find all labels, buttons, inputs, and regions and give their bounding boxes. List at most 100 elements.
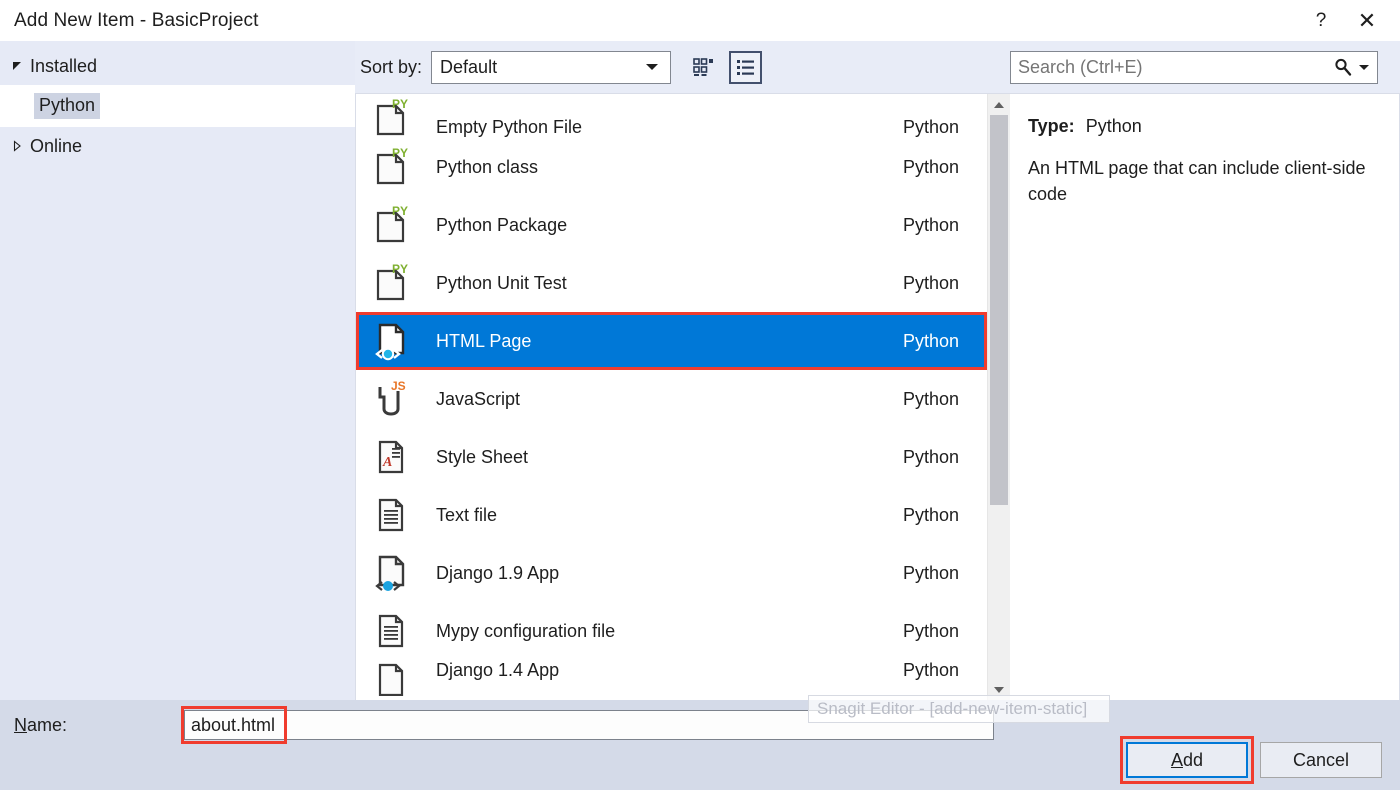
search-input[interactable] [1011,57,1333,78]
list-item-name: Django 1.9 App [414,563,559,584]
svg-text:PY: PY [392,147,408,160]
list-item[interactable]: PY Python class Python [356,138,987,196]
list-item[interactable]: A Style Sheet Python [356,428,987,486]
chevron-up-icon [994,102,1004,108]
python-file-icon: PY [368,205,414,245]
list-item-language: Python [903,215,979,236]
list-item-language: Python [903,389,979,410]
scrollbar-track[interactable] [988,115,1010,679]
list-item-language: Python [903,621,979,642]
sidebar-item-python[interactable]: Python [0,85,355,127]
list-scrollbar[interactable] [987,94,1010,700]
list-item-language: Python [903,505,979,526]
detail-type-label: Type: [1028,116,1075,136]
dialog-title: Add New Item - BasicProject [0,10,259,32]
svg-text:A: A [382,455,392,470]
chevron-down-icon [646,64,658,70]
help-icon[interactable]: ? [1298,0,1344,41]
list-icon [736,58,756,76]
footer-buttons: Add Cancel [1126,742,1382,778]
name-row: Name: [0,700,1400,746]
search-toolbar [1010,41,1400,93]
search-box[interactable] [1010,51,1378,84]
chevron-down-icon[interactable] [1359,65,1377,70]
list-item[interactable]: PY Empty Python File Python [356,94,987,138]
list-item[interactable]: PY Python Package Python [356,196,987,254]
grid-icon [693,57,715,77]
dialog-footer: Name: Add Cancel [0,700,1400,790]
details-column: Type: Python An HTML page that can inclu… [1010,41,1400,700]
list-item-name: Django 1.4 App [414,660,559,681]
item-list-container: PY Empty Python File Python PY [355,93,1010,700]
name-label: Name: [14,715,184,736]
list-item-language: Python [903,563,979,584]
add-button-wrap: Add [1126,742,1248,778]
list-item-name: Python Unit Test [414,273,567,294]
text-file-icon [368,495,414,535]
list-item-language: Python [903,447,979,468]
python-file-icon: PY [368,147,414,187]
expander-down-icon[interactable] [4,60,30,72]
list-item-language: Python [903,273,979,294]
add-new-item-dialog: Add New Item - BasicProject ? ✕ Installe… [0,0,1400,790]
list-item-name: Empty Python File [414,117,582,138]
django-file-icon [368,552,414,594]
list-item[interactable]: Django 1.4 App Python [356,660,987,696]
view-mode-buttons [687,51,762,84]
list-item-language: Python [903,117,979,138]
list-item-name: Style Sheet [414,447,528,468]
item-list[interactable]: PY Empty Python File Python PY [356,94,987,700]
list-item[interactable]: Django 1.9 App Python [356,544,987,602]
add-button[interactable]: Add [1126,742,1248,778]
detail-type-line: Type: Python [1028,116,1381,137]
html-file-icon [368,320,414,362]
svg-text:PY: PY [392,98,408,111]
sort-by-label: Sort by: [360,57,422,78]
django-file-icon [368,660,414,696]
sidebar-item-installed[interactable]: Installed [0,47,355,85]
python-file-icon: PY [368,98,414,138]
sort-by-value: Default [432,57,497,78]
list-item[interactable]: PY Python Unit Test Python [356,254,987,312]
dialog-body: Installed Python Online Sort by: Default [0,41,1400,700]
items-column: Sort by: Default [355,41,1010,700]
tiles-view-button[interactable] [687,51,720,84]
python-file-icon: PY [368,263,414,303]
list-item-name: HTML Page [414,331,531,352]
scroll-up-button[interactable] [988,94,1010,115]
item-details-panel: Type: Python An HTML page that can inclu… [1010,93,1400,700]
list-item-name: Python Package [414,215,567,236]
svg-text:PY: PY [392,205,408,218]
list-item-name: Mypy configuration file [414,621,615,642]
stylesheet-file-icon: A [368,437,414,477]
svg-text:PY: PY [392,263,408,276]
snagit-editor-overlay: Snagit Editor - [add-new-item-static] [808,695,1110,723]
cancel-button[interactable]: Cancel [1260,742,1382,778]
sidebar-item-label: Installed [30,56,97,77]
search-icon[interactable] [1333,57,1359,77]
expander-right-icon[interactable] [4,140,30,152]
svg-text:JS: JS [391,379,406,393]
sidebar-item-online[interactable]: Online [0,127,355,165]
sort-by-select[interactable]: Default [431,51,671,84]
list-item-selected[interactable]: HTML Page Python [356,312,987,370]
category-sidebar: Installed Python Online [0,41,355,700]
list-item[interactable]: JS JavaScript Python [356,370,987,428]
list-item-name: Python class [414,157,538,178]
list-item[interactable]: Mypy configuration file Python [356,602,987,660]
title-bar-buttons: ? ✕ [1298,0,1400,41]
list-item-name: Text file [414,505,497,526]
text-file-icon [368,611,414,651]
chevron-down-icon [994,687,1004,693]
sidebar-item-label: Python [34,93,100,119]
list-item[interactable]: Text file Python [356,486,987,544]
scrollbar-thumb[interactable] [990,115,1008,505]
close-icon[interactable]: ✕ [1344,0,1390,41]
list-view-button[interactable] [729,51,762,84]
list-toolbar: Sort by: Default [355,41,1010,93]
title-bar: Add New Item - BasicProject ? ✕ [0,0,1400,41]
list-item-name: JavaScript [414,389,520,410]
sidebar-item-label: Online [30,136,82,157]
detail-description: An HTML page that can include client-sid… [1028,155,1381,207]
list-item-language: Python [903,331,979,352]
